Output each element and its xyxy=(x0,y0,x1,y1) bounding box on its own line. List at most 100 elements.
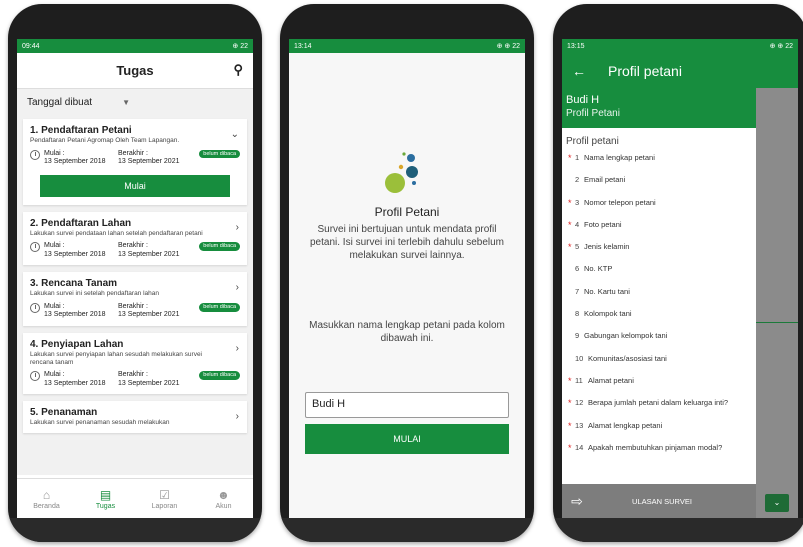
required-star-icon: * xyxy=(568,242,572,253)
status-icons: ⊕ ⊕ 22 xyxy=(769,43,793,50)
question-number: 13 xyxy=(575,420,584,430)
intro-body: Profil Petani Survei ini bertujuan untuk… xyxy=(289,53,525,518)
nav-item-tugas[interactable]: ▤ Tugas xyxy=(76,479,135,518)
exit-icon[interactable]: ⇨ xyxy=(562,493,592,510)
phone-tasks: 09:44 ⊕ 22 Tugas ⚲ Tanggal dibuat ▼ 1. P… xyxy=(8,4,262,542)
back-arrow-icon[interactable]: ← xyxy=(572,63,586,79)
question-item[interactable]: * 12 Berapa jumlah petani dalam keluarga i… xyxy=(562,394,756,416)
status-bar: 13:14 ⊕ ⊕ 22 xyxy=(289,39,525,53)
question-item[interactable]: * 13 Alamat lengkap petani xyxy=(562,417,756,439)
task-card[interactable]: 2. Pendaftaran Lahan Lakukan survei pend… xyxy=(23,211,247,266)
question-label: Berapa jumlah petani dalam keluarga inti… xyxy=(588,398,729,408)
task-description: Lakukan survei penanaman sesudah melakuk… xyxy=(30,419,170,427)
task-card[interactable]: 5. Penanaman Lakukan survei penanaman se… xyxy=(23,401,247,433)
question-label: Jenis kelamin xyxy=(584,242,630,252)
status-time: 09:44 xyxy=(22,42,40,50)
question-item[interactable]: 2 Email petani xyxy=(562,171,756,193)
question-item[interactable]: 10 Komunitas/asosiasi tani xyxy=(562,350,756,372)
required-star-icon: * xyxy=(568,375,572,386)
required-star-icon: * xyxy=(568,442,572,453)
question-number: 5 xyxy=(575,242,580,252)
review-survey-label: ULASAN SURVEI xyxy=(632,496,692,506)
end-date: 13 September 2021 xyxy=(118,158,180,166)
question-label: Alamat petani xyxy=(588,375,634,385)
question-label: Nama lengkap petani xyxy=(584,153,655,162)
chevron-right-icon[interactable]: › xyxy=(236,282,239,293)
question-item[interactable]: 8 Kolompok tani xyxy=(562,305,756,327)
nav-item-akun[interactable]: ☻ Akun xyxy=(194,479,253,518)
task-dates: Mulai :13 September 2018 Berakhir :13 Se… xyxy=(30,149,240,167)
required-star-icon: * xyxy=(568,219,572,230)
nav-item-laporan[interactable]: ☑ Laporan xyxy=(135,479,194,518)
drawer-header: Budi H Profil Petani xyxy=(562,88,756,128)
question-drawer: Budi H Profil Petani Profil petani * 1 Nam… xyxy=(562,88,756,484)
question-item[interactable]: 9 Gabungan kelompok tani xyxy=(562,327,756,349)
nav-label: Beranda xyxy=(33,502,60,510)
status-badge: belum dibaca xyxy=(199,302,240,312)
nav-label: Laporan xyxy=(151,502,178,510)
question-label: Nomor telepon petani xyxy=(584,197,656,207)
question-list: * 1 Nama lengkap petani 2 Email petani * 3 Nomo… xyxy=(562,149,756,461)
task-description: Lakukan survei pendataan lahan setelah p… xyxy=(30,229,203,237)
question-item[interactable]: * 1 Nama lengkap petani xyxy=(562,149,756,171)
task-dates: Mulai :13 September 2018 Berakhir :13 Se… xyxy=(30,302,240,320)
nav-label: Tugas xyxy=(95,502,116,510)
start-label: Mulai : xyxy=(44,242,65,250)
start-label: Mulai : xyxy=(44,371,65,379)
end-label: Berakhir : xyxy=(118,302,148,310)
start-task-button[interactable]: Mulai xyxy=(40,174,230,197)
sort-dropdown[interactable]: Tanggal dibuat ▼ xyxy=(17,89,253,115)
survey-intro-screen: 13:14 ⊕ ⊕ 22 Profil Petani Survei ini be… xyxy=(289,39,525,518)
question-number: 7 xyxy=(575,286,580,296)
status-time: 13:15 xyxy=(567,42,585,50)
question-number: 10 xyxy=(575,353,584,363)
page-title: Profil petani xyxy=(608,62,682,79)
task-card[interactable]: 4. Penyiapan Lahan Lakukan survei penyia… xyxy=(23,332,247,395)
chevron-right-icon[interactable]: › xyxy=(236,343,239,354)
end-date: 13 September 2021 xyxy=(118,250,180,258)
survey-drawer-screen: 13:15 ⊕ ⊕ 22 ← Profil petani Budi H Prof… xyxy=(562,39,798,518)
required-star-icon: * xyxy=(568,153,572,163)
question-number: 2 xyxy=(575,175,580,185)
question-item[interactable]: 7 No. Kartu tani xyxy=(562,283,756,305)
search-icon[interactable]: ⚲ xyxy=(233,62,243,78)
bottom-navigation: ⌂ Beranda ▤ Tugas ☑ Laporan ☻ Akun xyxy=(17,478,253,518)
question-label: Foto petani xyxy=(584,219,622,229)
review-survey-bar[interactable]: ⇨ ULASAN SURVEI xyxy=(562,484,756,518)
status-icons: ⊕ ⊕ 22 xyxy=(496,43,520,50)
chevron-right-icon[interactable]: › xyxy=(236,411,239,422)
task-description: Pendaftaran Petani Agromap Oleh Team Lap… xyxy=(30,137,180,144)
start-date: 13 September 2018 xyxy=(44,250,106,258)
status-badge: belum dibaca xyxy=(199,149,240,159)
start-survey-button[interactable]: MULAI xyxy=(305,424,509,454)
question-label: Gabungan kelompok tani xyxy=(584,331,668,341)
survey-description: Survei ini bertujuan untuk mendata profi… xyxy=(310,224,504,261)
chevron-down-icon[interactable]: ⌄ xyxy=(231,129,239,140)
drawer-section-title: Profil petani xyxy=(566,136,619,147)
question-label: Komunitas/asosiasi tani xyxy=(588,353,667,363)
app-bar: Tugas ⚲ xyxy=(17,53,253,89)
account-icon: ☻ xyxy=(217,487,230,502)
survey-overlay: Budi H Profil Petani Profil petani * 1 Nam… xyxy=(562,88,798,518)
chevron-right-icon[interactable]: › xyxy=(236,222,239,233)
task-card[interactable]: 3. Rencana Tanam Lakukan survei ini sete… xyxy=(23,272,247,326)
farmer-name-input[interactable]: Budi H xyxy=(305,392,509,418)
question-number: 12 xyxy=(575,398,584,408)
drawer-subtitle: Profil Petani xyxy=(566,108,620,120)
question-item[interactable]: 6 No. KTP xyxy=(562,260,756,282)
question-item[interactable]: * 5 Jenis kelamin xyxy=(562,238,756,260)
end-date: 13 September 2021 xyxy=(118,311,180,319)
chevron-down-button[interactable]: ⌄ xyxy=(765,494,789,512)
question-item[interactable]: * 11 Alamat petani xyxy=(562,372,756,394)
task-card[interactable]: 1. Pendaftaran Petani Pendaftaran Petani… xyxy=(23,119,247,205)
end-date: 13 September 2021 xyxy=(118,379,180,387)
task-title: 3. Rencana Tanam xyxy=(30,278,118,290)
question-item[interactable]: * 3 Nomor telepon petani xyxy=(562,194,756,216)
question-item[interactable]: * 4 Foto petani xyxy=(562,216,756,238)
nav-item-beranda[interactable]: ⌂ Beranda xyxy=(17,479,76,518)
question-number: 14 xyxy=(575,442,584,452)
question-label: Email petani xyxy=(584,175,626,185)
question-item[interactable]: * 14 Apakah membutuhkan pinjaman modal? xyxy=(562,439,756,461)
end-label: Berakhir : xyxy=(118,149,148,157)
question-number: 1 xyxy=(575,153,580,162)
